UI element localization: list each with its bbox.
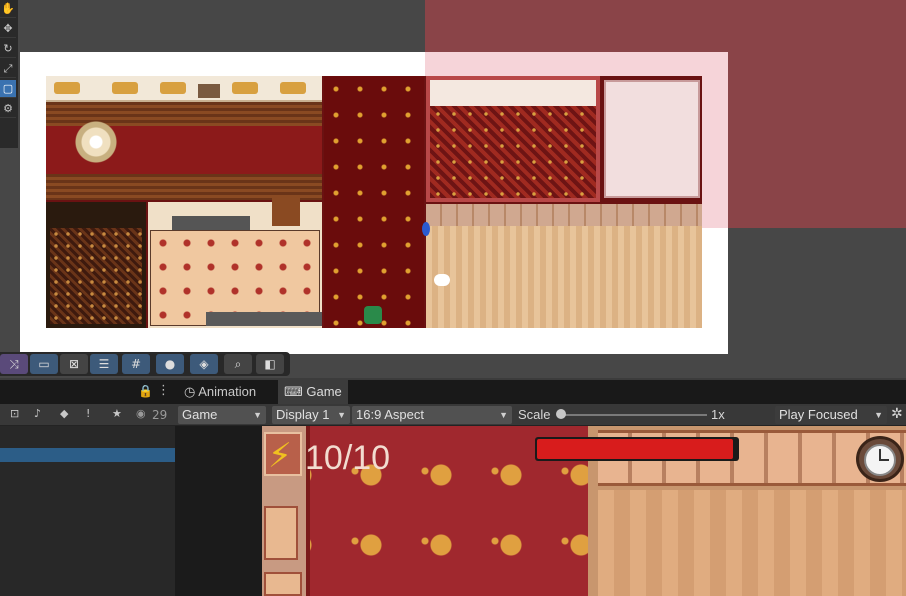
kitchen-door — [272, 196, 300, 226]
ballroom-wall — [46, 76, 322, 102]
align-icon[interactable]: ☰ — [90, 354, 118, 374]
custom-tool-icon[interactable]: ⚙ — [0, 100, 16, 118]
health-bar — [535, 437, 739, 461]
hierarchy-toolbar: ⊡ ♪ ◆ ! ★ ◉ 29 — [0, 404, 175, 426]
chandelier — [74, 120, 118, 164]
scale-value: 1x — [711, 407, 725, 422]
chevron-down-icon: ▼ — [499, 410, 508, 420]
chevron-down-icon: ▼ — [253, 410, 262, 420]
tab-animation[interactable]: ◷ Animation — [178, 380, 262, 404]
player-sprite — [364, 306, 382, 324]
animation-icon: ◷ — [184, 384, 196, 399]
game-mode-dropdown[interactable]: Game ▼ — [178, 406, 266, 424]
layers-icon[interactable]: ◈ — [190, 354, 218, 374]
hallway-runner — [324, 76, 424, 328]
visible-count: 29 — [152, 408, 168, 422]
chevron-down-icon: ▼ — [874, 410, 883, 420]
game-hall-floor — [598, 490, 906, 596]
move-tool-icon[interactable]: ✥ — [0, 20, 16, 38]
clock-icon — [856, 436, 904, 482]
circle-icon[interactable]: ● — [156, 354, 184, 374]
health-bar-fill — [537, 439, 733, 459]
warning-icon[interactable]: ! — [86, 407, 90, 420]
scene-overlay-toolbar: ⤨ ▭ ⊠ ☰ # ● ◈ ⌕ ◧ — [0, 352, 290, 376]
scale-tool-icon[interactable]: ⤢ — [0, 60, 16, 78]
visibility-eye-icon[interactable]: ◉ — [136, 407, 146, 420]
favorite-star-icon[interactable]: ★ — [112, 407, 122, 420]
more-options-icon[interactable]: ⋮ — [157, 383, 170, 398]
bathroom — [604, 80, 700, 198]
box-select-icon[interactable]: ▭ — [30, 354, 58, 374]
tab-game[interactable]: ⌨ Game — [278, 380, 348, 404]
play-mode-dropdown[interactable]: Play Focused ▼ — [775, 406, 887, 424]
energy-counter: 10/10 — [305, 439, 391, 477]
panel-tabbar: 🔒 ⋮ ◷ Animation ⌨ Game — [0, 380, 906, 404]
chevron-down-icon: ▼ — [337, 410, 346, 420]
bedroom-carpet — [50, 228, 142, 324]
ghost-sprite — [434, 274, 450, 286]
bug-icon[interactable]: ✲ — [891, 406, 903, 422]
rect-tool-icon[interactable]: ▢ — [0, 80, 16, 98]
game-toolbar: Game ▼ Display 1 ▼ 16:9 Aspect ▼ Scale 1… — [175, 404, 906, 426]
hierarchy-selected-row[interactable] — [0, 448, 175, 462]
grid-icon[interactable]: # — [122, 354, 150, 374]
scale-slider-track[interactable] — [561, 414, 707, 416]
scene-tools-palette: ✋ ✥ ↻ ⤢ ▢ ⚙ — [0, 0, 18, 148]
hall-floor — [426, 226, 702, 328]
editor-window: ✋ ✥ ↻ ⤢ ▢ ⚙ ⤨ ▭ ⊠ ☰ # ● ◈ ⌕ ◧ 🔒 ⋮ ◷ Anim… — [0, 0, 906, 596]
scale-label: Scale — [518, 407, 551, 422]
aspect-dropdown[interactable]: 16:9 Aspect ▼ — [352, 406, 512, 424]
throne-room-wall — [430, 80, 596, 108]
scene-picking-icon[interactable]: ⊡ — [10, 407, 19, 420]
tag-icon[interactable]: ◆ — [60, 407, 68, 420]
audio-icon[interactable]: ♪ — [34, 407, 41, 420]
rotate-tool-icon[interactable]: ↻ — [0, 40, 16, 58]
lock-icon[interactable]: 🔒 — [138, 384, 153, 398]
display-dropdown[interactable]: Display 1 ▼ — [272, 406, 350, 424]
search-icon[interactable]: ⌕ — [224, 354, 252, 374]
camera-icon[interactable]: ◧ — [256, 354, 284, 374]
game-view-letterbox — [175, 426, 262, 596]
lightning-icon: ⚡ — [268, 436, 292, 476]
kitchen-counter — [206, 312, 322, 326]
throne-room-carpet — [430, 106, 596, 198]
tilemap — [46, 76, 702, 328]
grid-snap-icon[interactable]: ⤨ — [0, 354, 28, 374]
tilemap-icon[interactable]: ⊠ — [60, 354, 88, 374]
scale-slider-thumb[interactable] — [556, 409, 566, 419]
hand-tool-icon[interactable]: ✋ — [0, 0, 16, 18]
npc-marker — [422, 222, 430, 236]
gamepad-icon: ⌨ — [284, 384, 303, 399]
hall-wall — [426, 204, 702, 226]
